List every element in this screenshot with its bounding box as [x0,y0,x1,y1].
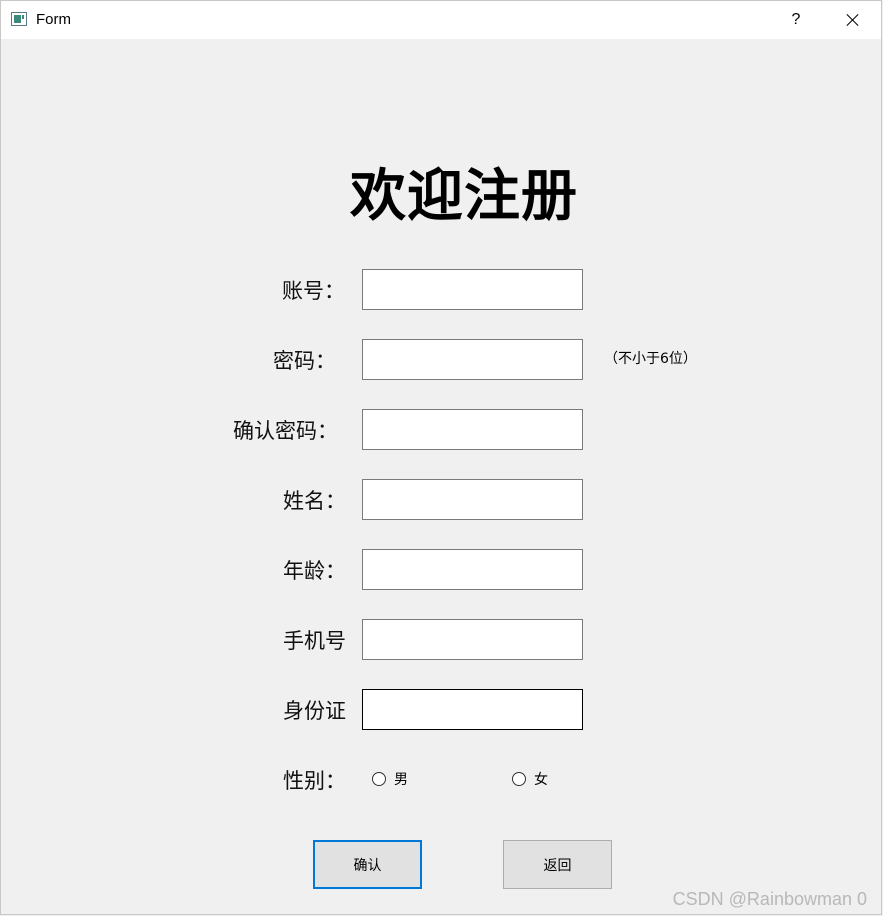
id-card-input[interactable] [362,689,583,730]
confirm-password-label: 确认密码： [233,419,338,443]
password-input[interactable] [362,339,583,380]
confirm-password-input[interactable] [362,409,583,450]
password-hint: （不小于6位） [604,351,697,367]
gender-label: 性别： [283,769,346,793]
gender-female-label: 女 [534,772,548,788]
watermark: CSDN @Rainbowman 0 [672,889,867,909]
account-label: 账号： [282,279,345,303]
help-button[interactable]: ? [777,1,815,39]
close-button[interactable] [832,1,874,39]
gender-male-radio[interactable]: 男 [372,769,408,789]
confirm-button[interactable]: 确认 [313,840,422,889]
phone-label: 手机号 [283,629,346,653]
age-input[interactable] [362,549,583,590]
radio-circle-icon [512,772,526,786]
title-bar: Form ? [1,1,881,39]
app-window-icon [11,12,27,26]
account-input[interactable] [362,269,583,310]
name-input[interactable] [362,479,583,520]
gender-male-label: 男 [394,772,408,788]
gender-female-radio[interactable]: 女 [512,769,548,789]
window-title: Form [36,11,71,28]
phone-input[interactable] [362,619,583,660]
page-heading: 欢迎注册 [350,163,578,229]
password-label: 密码： [273,349,336,373]
age-label: 年龄： [283,559,346,583]
radio-circle-icon [372,772,386,786]
form-window: Form ? 欢迎注册 账号： 密码： （不小于6位） 确认密码： 姓名： 年龄… [0,0,882,915]
back-button[interactable]: 返回 [503,840,612,889]
id-card-label: 身份证 [283,699,346,723]
name-label: 姓名： [283,489,346,513]
